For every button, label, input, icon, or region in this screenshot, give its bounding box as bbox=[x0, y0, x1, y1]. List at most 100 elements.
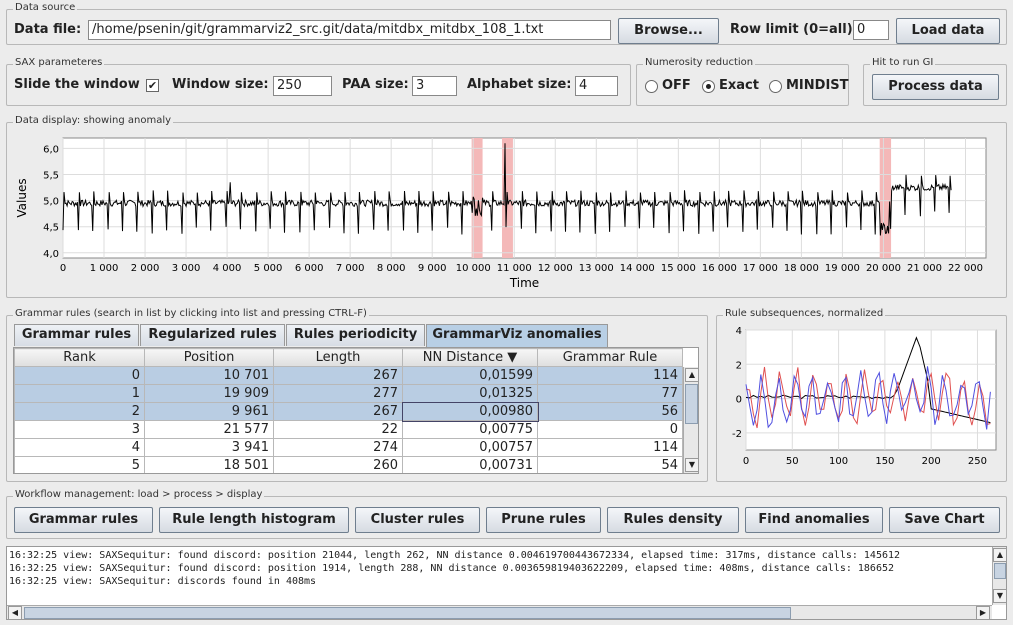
x-tick-label: 12 000 bbox=[538, 263, 573, 274]
table-cell: 10 701 bbox=[144, 366, 274, 385]
tab-grammar-rules[interactable]: Grammar rules bbox=[14, 324, 139, 346]
numerosity-title: Numerosity reduction bbox=[643, 57, 756, 68]
x-tick-label: 150 bbox=[875, 456, 894, 467]
x-tick-label: 9 000 bbox=[418, 263, 447, 274]
y-tick-label: 4,5 bbox=[43, 223, 59, 234]
tab-regularized-rules[interactable]: Regularized rules bbox=[140, 324, 285, 346]
table-cell: 19 909 bbox=[144, 384, 274, 403]
table-cell: 0,01325 bbox=[402, 384, 538, 403]
log-scroll-right-icon[interactable]: ▶ bbox=[976, 606, 990, 619]
log-hscrollbar[interactable]: ◀ ▶ bbox=[7, 605, 992, 619]
data-source-title: Data source bbox=[13, 2, 78, 13]
subsequence-chart[interactable]: -2 0 2 4 0 50 100 150 200 250 bbox=[722, 322, 1002, 477]
alphabet-size-input[interactable]: 4 bbox=[575, 76, 618, 96]
browse-button[interactable]: Browse... bbox=[618, 18, 719, 44]
x-tick-label: 18 000 bbox=[784, 263, 819, 274]
table-cell: 77 bbox=[537, 384, 683, 403]
column-header[interactable]: Grammar Rule bbox=[537, 348, 683, 367]
table-cell: 0,00980 bbox=[401, 401, 539, 422]
table-row[interactable]: 3 21 577 22 0,00775 0 bbox=[14, 420, 683, 439]
process-data-button[interactable]: Process data bbox=[872, 74, 999, 100]
table-cell: 2 bbox=[14, 402, 145, 421]
cluster-rules-button[interactable]: Cluster rules bbox=[355, 507, 480, 533]
table-row[interactable]: 0 10 701 267 0,01599 114 bbox=[14, 366, 683, 385]
table-cell: 0,00731 bbox=[402, 456, 538, 473]
numerosity-mindist-radio[interactable] bbox=[769, 80, 782, 93]
data-display-title: Data display: showing anomaly bbox=[13, 115, 174, 126]
y-axis-label: Values bbox=[15, 178, 29, 217]
anomaly-table: Rank Position Length NN Distance ▼ Grammar R… bbox=[14, 348, 683, 473]
alphabet-size-label: Alphabet size: bbox=[467, 77, 572, 92]
x-tick-label: 2 000 bbox=[131, 263, 160, 274]
window-size-input[interactable]: 250 bbox=[273, 76, 332, 96]
table-scrollbar[interactable]: ▲ ▼ bbox=[683, 367, 698, 473]
anomaly-highlight bbox=[879, 138, 892, 258]
data-file-input[interactable]: /home/psenin/git/grammarviz2_src.git/dat… bbox=[88, 20, 611, 40]
y-tick-label: 4 bbox=[736, 326, 742, 337]
window-size-label: Window size: bbox=[172, 77, 269, 92]
x-tick-label: 0 bbox=[743, 456, 749, 467]
y-tick-label: -2 bbox=[732, 429, 742, 440]
table-cell: 114 bbox=[537, 366, 683, 385]
log-line: 16:32:25 view: SAXSequitur: found discor… bbox=[9, 550, 901, 561]
main-chart[interactable]: 4,0 4,5 5,0 5,5 6,0 0 1 000 2 000 3 000 4 000 5 00… bbox=[12, 130, 1002, 292]
gi-title: Hit to run GI bbox=[870, 57, 936, 68]
save-chart-button[interactable]: Save Chart bbox=[889, 507, 1000, 533]
log-scroll-up-icon[interactable]: ▲ bbox=[993, 548, 1006, 562]
numerosity-off-label: OFF bbox=[662, 78, 691, 93]
rules-density-button[interactable]: Rules density bbox=[607, 507, 739, 533]
numerosity-off-radio[interactable] bbox=[645, 80, 658, 93]
slide-window-label: Slide the window bbox=[14, 77, 140, 92]
x-tick-label: 6 000 bbox=[295, 263, 324, 274]
x-tick-label: 19 000 bbox=[825, 263, 860, 274]
log-scroll-down-icon[interactable]: ▼ bbox=[993, 589, 1006, 603]
table-cell: 260 bbox=[273, 456, 403, 473]
tab-grammarviz-anomalies[interactable]: GrammarViz anomalies bbox=[426, 324, 608, 347]
x-tick-label: 20 000 bbox=[866, 263, 901, 274]
row-limit-input[interactable]: 0 bbox=[853, 20, 889, 40]
column-header[interactable]: NN Distance ▼ bbox=[402, 348, 538, 367]
column-header[interactable]: Position bbox=[144, 348, 274, 367]
numerosity-exact-radio[interactable] bbox=[702, 80, 715, 93]
column-header[interactable]: Length bbox=[273, 348, 403, 367]
table-row[interactable]: 5 18 501 260 0,00731 54 bbox=[14, 456, 683, 473]
x-tick-label: 8 000 bbox=[377, 263, 406, 274]
table-cell: 54 bbox=[537, 456, 683, 473]
load-data-button[interactable]: Load data bbox=[896, 18, 1000, 44]
grammar-rules-title: Grammar rules (search in list by clickin… bbox=[13, 308, 369, 319]
table-cell: 3 941 bbox=[144, 438, 274, 457]
log-vscroll-thumb[interactable] bbox=[994, 563, 1006, 579]
log-vscrollbar[interactable]: ▲ ▼ bbox=[992, 547, 1006, 605]
table-row[interactable]: 43 941 274 0,00757 114 bbox=[14, 438, 683, 457]
grammar-rules-button[interactable]: Grammar rules bbox=[14, 507, 153, 533]
y-tick-label: 0 bbox=[736, 395, 742, 406]
y-tick-label: 5,5 bbox=[43, 171, 59, 182]
scroll-up-icon[interactable]: ▲ bbox=[685, 368, 698, 382]
rule-length-histogram-button[interactable]: Rule length histogram bbox=[159, 507, 349, 533]
y-tick-label: 4,0 bbox=[43, 249, 59, 260]
find-anomalies-button[interactable]: Find anomalies bbox=[745, 507, 883, 533]
x-tick-label: 16 000 bbox=[702, 263, 737, 274]
paa-size-input[interactable]: 3 bbox=[412, 76, 457, 96]
column-header[interactable]: Rank bbox=[14, 348, 145, 367]
log-scroll-left-icon[interactable]: ◀ bbox=[8, 606, 22, 619]
log-panel[interactable]: 16:32:25 view: SAXSequitur: found discor… bbox=[6, 546, 1007, 620]
log-hscroll-thumb[interactable] bbox=[24, 607, 791, 619]
table-cell: 0 bbox=[14, 366, 145, 385]
scroll-thumb[interactable] bbox=[685, 384, 698, 424]
slide-window-checkbox[interactable]: ✔ bbox=[146, 79, 159, 92]
table-cell: 4 bbox=[14, 438, 145, 457]
sax-params-title: SAX parameteres bbox=[13, 57, 105, 68]
x-tick-label: 14 000 bbox=[620, 263, 655, 274]
tab-rules-periodicity[interactable]: Rules periodicity bbox=[286, 324, 425, 346]
scroll-down-icon[interactable]: ▼ bbox=[685, 458, 698, 472]
prune-rules-button[interactable]: Prune rules bbox=[486, 507, 601, 533]
x-tick-label: 100 bbox=[829, 456, 848, 467]
x-tick-label: 1 000 bbox=[90, 263, 119, 274]
table-row[interactable]: 29 961 267 0,00980 56 bbox=[14, 401, 683, 422]
x-tick-label: 21 000 bbox=[907, 263, 942, 274]
x-axis-label: Time bbox=[509, 276, 539, 290]
x-tick-label: 11 000 bbox=[497, 263, 532, 274]
table-cell: 0 bbox=[537, 420, 683, 439]
table-row[interactable]: 1 19 909 277 0,01325 77 bbox=[14, 384, 683, 403]
